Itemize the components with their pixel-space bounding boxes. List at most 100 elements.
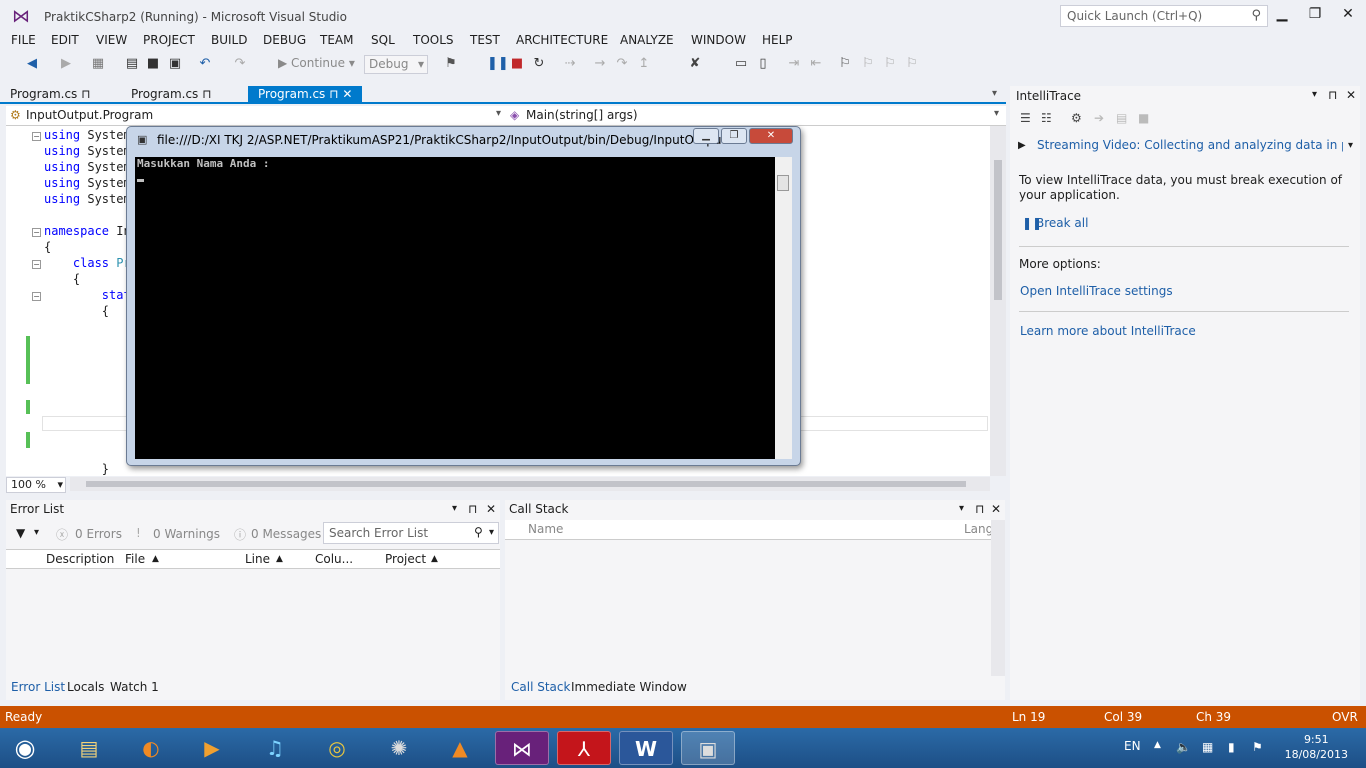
vlc-icon[interactable]: ▲ <box>433 731 487 765</box>
collapse-icon[interactable]: − <box>32 228 41 237</box>
new-project-icon[interactable]: ▦ <box>90 56 106 72</box>
menu-project[interactable]: PROJECT <box>143 33 195 47</box>
next-bookmark-icon[interactable]: ⚐ <box>882 56 898 72</box>
tab-error-list[interactable]: Error List <box>11 680 65 694</box>
streaming-video-link[interactable]: Streaming Video: Collecting and analyzin… <box>1037 138 1343 152</box>
menu-debug[interactable]: DEBUG <box>263 33 306 47</box>
search-icon[interactable]: ⚲ <box>474 525 483 539</box>
close-icon[interactable]: ✕ <box>486 502 496 516</box>
menu-sql[interactable]: SQL <box>371 33 395 47</box>
pin-icon[interactable]: ⊓ <box>81 87 90 101</box>
console-maximize-button[interactable]: ❐ <box>721 128 747 144</box>
back-icon[interactable]: ◀ <box>24 56 40 72</box>
chevron-down-icon[interactable]: ▾ <box>1312 89 1317 100</box>
visual-studio-taskbar-icon[interactable]: ⋈ <box>495 731 549 765</box>
column-project[interactable]: Project <box>385 552 426 566</box>
open-file-icon[interactable]: ▤ <box>124 56 140 72</box>
collapse-icon[interactable]: − <box>32 292 41 301</box>
file-explorer-icon[interactable]: ▤ <box>62 731 116 765</box>
pin-icon[interactable]: ⊓ <box>975 502 984 516</box>
scroll-thumb[interactable] <box>994 160 1002 300</box>
column-column[interactable]: Colu... <box>315 552 353 566</box>
console-window[interactable]: ▣ file:///D:/XI TKJ 2/ASP.NET/PraktikumA… <box>126 126 801 466</box>
menu-team[interactable]: TEAM <box>320 33 353 47</box>
call-stack-scrollbar[interactable] <box>991 520 1005 676</box>
redo-icon[interactable]: ↷ <box>232 56 248 72</box>
console-minimize-button[interactable]: ▁ <box>693 128 719 144</box>
close-button[interactable]: ✕ <box>1336 6 1360 26</box>
pause-icon[interactable]: ❚❚ <box>487 56 509 72</box>
pin-icon[interactable]: ⊓ <box>202 87 211 101</box>
chevron-down-icon[interactable]: ▾ <box>489 527 494 538</box>
forward-icon[interactable]: ➔ <box>1094 111 1104 125</box>
messages-toggle[interactable]: 0 Messages <box>251 527 321 541</box>
save-icon[interactable]: ■ <box>145 56 161 72</box>
show-next-statement-icon[interactable]: ⇢ <box>562 56 578 72</box>
search-error-list-input[interactable]: Search Error List ⚲ ▾ <box>323 522 499 544</box>
quick-launch-input[interactable]: Quick Launch (Ctrl+Q) ⚲ <box>1060 5 1268 27</box>
menu-test[interactable]: TEST <box>470 33 500 47</box>
chevron-down-icon[interactable]: ▾ <box>34 527 39 538</box>
tab-program-cs-3[interactable]: Program.cs ⊓ ✕ <box>248 86 363 104</box>
pin-icon[interactable]: ⊓ <box>468 502 477 516</box>
console-output-area[interactable]: Masukkan Nama Anda : <box>135 157 775 459</box>
menu-architecture[interactable]: ARCHITECTURE <box>516 33 608 47</box>
media-player-icon[interactable]: ▶ <box>185 731 239 765</box>
break-all-link[interactable]: Break all <box>1036 216 1088 230</box>
save-all-icon[interactable]: ▣ <box>167 56 183 72</box>
word-icon[interactable]: W <box>619 731 673 765</box>
filter-icon[interactable]: ▼ <box>16 526 25 540</box>
chevron-down-icon[interactable]: ▾ <box>1348 140 1353 151</box>
continue-button[interactable]: ▶ Continue ▾ <box>278 56 355 70</box>
menu-file[interactable]: FILE <box>11 33 36 47</box>
bookmark-icon[interactable]: ⚐ <box>837 56 853 72</box>
show-hidden-icons-icon[interactable]: ▲ <box>1154 740 1161 750</box>
comment-icon[interactable]: ▭ <box>733 56 749 72</box>
learn-more-link[interactable]: Learn more about IntelliTrace <box>1020 324 1196 338</box>
stop-icon[interactable]: ■ <box>509 56 525 72</box>
forward-icon[interactable]: ▶ <box>58 56 74 72</box>
console-taskbar-icon[interactable]: ▣ <box>681 731 735 765</box>
settings-icon[interactable]: ⚙ <box>1071 111 1082 125</box>
menu-help[interactable]: HELP <box>762 33 793 47</box>
events-view-icon[interactable]: ☰ <box>1020 111 1031 125</box>
errors-toggle[interactable]: 0 Errors <box>75 527 122 541</box>
start-button-icon[interactable]: ◉ <box>0 731 50 765</box>
column-description[interactable]: Description <box>46 552 114 566</box>
column-file[interactable]: File <box>125 552 145 566</box>
battery-icon[interactable]: ▮ <box>1228 740 1235 754</box>
open-icon[interactable]: ▤ <box>1116 111 1127 125</box>
console-close-button[interactable]: ✕ <box>749 128 793 144</box>
close-icon[interactable]: ✕ <box>991 502 1001 516</box>
column-language[interactable]: Lang <box>964 522 993 536</box>
scroll-thumb[interactable] <box>86 481 966 487</box>
chrome-icon[interactable]: ◎ <box>310 731 364 765</box>
step-into-icon[interactable]: → <box>592 56 608 72</box>
collapse-icon[interactable]: − <box>32 260 41 269</box>
menu-view[interactable]: VIEW <box>96 33 127 47</box>
attach-icon[interactable]: ⚑ <box>443 56 459 72</box>
scroll-thumb[interactable] <box>777 175 789 191</box>
chevron-down-icon[interactable]: ▾ <box>959 503 964 514</box>
menu-build[interactable]: BUILD <box>211 33 247 47</box>
exceptions-icon[interactable]: ✘ <box>687 56 703 72</box>
chevron-down-icon[interactable]: ▾ <box>452 503 457 514</box>
console-scrollbar[interactable] <box>775 157 792 459</box>
app-icon[interactable]: ✺ <box>372 731 426 765</box>
system-clock[interactable]: 9:51 18/08/2013 <box>1285 732 1348 762</box>
prev-bookmark-icon[interactable]: ⚐ <box>860 56 876 72</box>
collapse-icon[interactable]: − <box>32 132 41 141</box>
maximize-button[interactable]: ❐ <box>1303 6 1327 26</box>
undo-icon[interactable]: ↶ <box>197 56 213 72</box>
menu-window[interactable]: WINDOW <box>691 33 746 47</box>
member-scope-dropdown[interactable]: Main(string[] args) <box>526 108 638 122</box>
pin-icon[interactable]: ⊓ <box>329 87 338 101</box>
step-over-icon[interactable]: ↷ <box>614 56 630 72</box>
outdent-icon[interactable]: ⇤ <box>808 56 824 72</box>
tab-call-stack[interactable]: Call Stack <box>511 680 570 694</box>
calls-view-icon[interactable]: ☷ <box>1041 111 1052 125</box>
menu-analyze[interactable]: ANALYZE <box>620 33 674 47</box>
uncomment-icon[interactable]: ▯ <box>755 56 771 72</box>
warnings-toggle[interactable]: 0 Warnings <box>153 527 220 541</box>
close-tab-icon[interactable]: ✕ <box>342 87 352 101</box>
